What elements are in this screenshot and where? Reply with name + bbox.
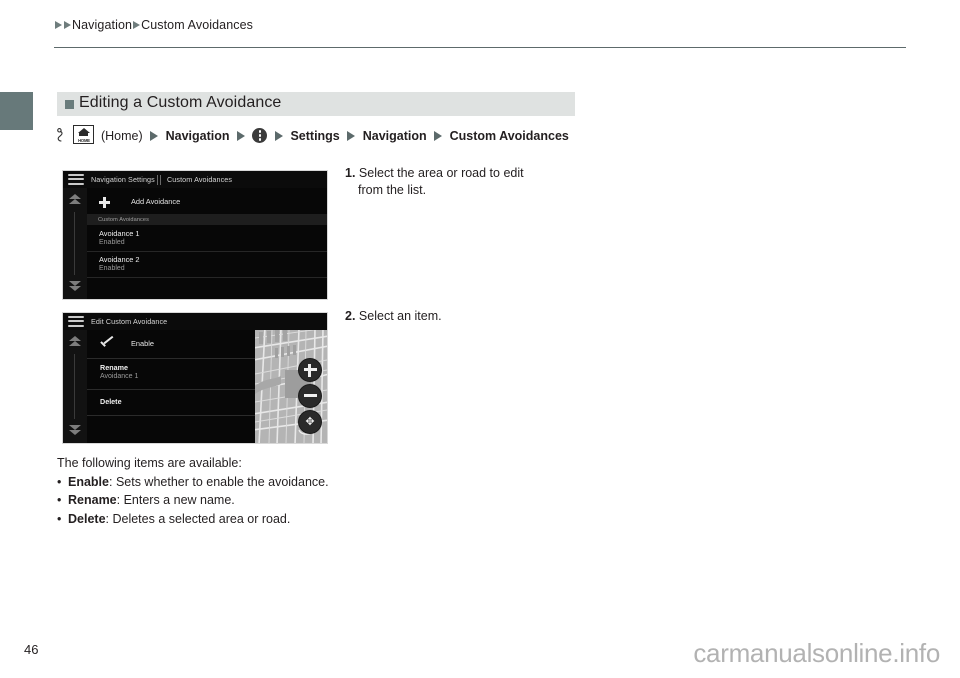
triangle-right-icon: [347, 131, 356, 141]
rename-row[interactable]: Rename Avoidance 1: [87, 358, 255, 390]
step-1-line1: Select the area or road to edit: [358, 166, 524, 180]
triangle-right-icon: [150, 131, 159, 141]
rename-value: Avoidance 1: [100, 373, 139, 380]
add-avoidance-button[interactable]: Add Avoidance: [87, 188, 327, 214]
double-chevron-down-icon[interactable]: [69, 425, 81, 437]
list-item: • Delete: Deletes a selected area or roa…: [57, 510, 557, 529]
step-1-line2: from the list.: [358, 183, 427, 197]
list-item-status: Enabled: [99, 265, 125, 272]
step-1: 1. Select the area or road to edit from …: [345, 165, 575, 199]
section-tab-marker: [0, 92, 33, 130]
triangle-right-icon: [64, 21, 71, 29]
triangle-right-icon: [274, 131, 283, 141]
list-group-header-label: Custom Avoidances: [98, 216, 150, 223]
screenshot-custom-avoidances-list: Navigation Settings Custom Avoidances Ad…: [62, 170, 328, 300]
screenshot1-scroll-rail[interactable]: [63, 188, 88, 299]
delete-label: Delete: [100, 397, 122, 406]
bullet-icon: •: [57, 511, 62, 526]
checkmark-icon: [99, 338, 114, 350]
page-title: Editing a Custom Avoidance: [79, 94, 282, 111]
list-item: • Enable: Sets whether to enable the avo…: [57, 473, 557, 492]
nav-path-settings: Settings: [290, 129, 340, 143]
double-chevron-up-icon[interactable]: [69, 336, 81, 348]
list-group-header: Custom Avoidances: [87, 214, 327, 225]
add-avoidance-label: Add Avoidance: [131, 197, 181, 206]
breadcrumb-item-custom-avoidances[interactable]: Custom Avoidances: [141, 18, 253, 32]
bullet-icon: •: [57, 474, 62, 489]
screenshot1-title-right: Custom Avoidances: [167, 175, 233, 184]
titlebar-separator: [157, 175, 158, 185]
item-desc-enable: : Sets whether to enable the avoidance.: [109, 474, 329, 489]
home-icon: HOME: [73, 125, 95, 144]
square-bullet-icon: [65, 100, 74, 109]
titlebar-separator: [160, 175, 161, 185]
breadcrumb: Navigation Custom Avoidances: [54, 18, 253, 32]
step-2-number: 2.: [345, 309, 356, 323]
plus-icon: [99, 197, 110, 208]
hamburger-icon[interactable]: [68, 316, 84, 327]
screenshot2-titlebar: Edit Custom Avoidance: [63, 313, 327, 331]
item-term-delete: Delete: [68, 511, 106, 526]
screenshot1-panel: Add Avoidance Custom Avoidances Avoidanc…: [87, 188, 327, 299]
nav-path-navigation: Navigation: [165, 129, 230, 143]
double-chevron-down-icon[interactable]: [69, 281, 81, 293]
list-item-status: Enabled: [99, 239, 125, 246]
items-description: The following items are available: • Ena…: [57, 454, 557, 528]
enable-row[interactable]: Enable: [87, 330, 255, 359]
scroll-track[interactable]: [74, 212, 75, 275]
triangle-right-icon: [133, 21, 141, 29]
item-term-enable: Enable: [68, 474, 109, 489]
double-chevron-up-icon[interactable]: [69, 194, 81, 206]
screenshot1-titlebar: Navigation Settings Custom Avoidances: [63, 171, 327, 189]
triangle-right-icon: [237, 131, 245, 141]
item-term-rename: Rename: [68, 493, 117, 507]
triangle-right-icon: [55, 21, 62, 29]
home-text: (Home): [100, 129, 143, 143]
bullet-icon: •: [57, 493, 62, 507]
screenshot2-scroll-rail[interactable]: [63, 330, 88, 443]
navigation-path: HOME (Home) Navigation Settings Navigati…: [57, 121, 577, 146]
step-2: 2. Select an item.: [345, 308, 575, 325]
item-desc-delete: : Deletes a selected area or road.: [105, 511, 291, 526]
map-preview[interactable]: ✥: [255, 330, 327, 443]
list-item-title: Avoidance 2: [99, 255, 140, 264]
nav-path-custom-avoidances: Custom Avoidances: [449, 129, 569, 143]
step-1-number: 1.: [345, 166, 356, 180]
breadcrumb-item-navigation[interactable]: Navigation: [72, 18, 132, 32]
watermark: carmanualsonline.info: [693, 638, 940, 668]
screenshot-edit-custom-avoidance: Edit Custom Avoidance Enable Rename Avoi…: [62, 312, 328, 444]
hamburger-icon[interactable]: [68, 174, 84, 185]
screenshot1-title-left: Navigation Settings: [91, 175, 155, 184]
minus-circle-icon[interactable]: [298, 384, 322, 408]
rename-label: Rename: [100, 363, 128, 372]
step-2-line1: Select an item.: [358, 309, 442, 323]
triangle-right-icon: [434, 131, 443, 141]
items-intro: The following items are available:: [57, 456, 242, 470]
delete-row[interactable]: Delete: [87, 389, 255, 416]
section-heading-band: Editing a Custom Avoidance: [57, 92, 575, 116]
enable-label: Enable: [131, 339, 155, 348]
hook-icon: [57, 128, 66, 142]
page-number: 46: [24, 642, 39, 657]
nav-path-navigation-2: Navigation: [362, 129, 427, 143]
list-item[interactable]: Avoidance 2 Enabled: [87, 251, 327, 278]
screenshot2-title: Edit Custom Avoidance: [91, 317, 168, 326]
list-item-title: Avoidance 1: [99, 229, 140, 238]
item-desc-rename: : Enters a new name.: [116, 493, 235, 507]
header-divider: [54, 47, 906, 48]
screenshot2-options-panel: Enable Rename Avoidance 1 Delete: [87, 330, 255, 443]
scroll-track[interactable]: [74, 354, 75, 419]
expand-arrows-icon[interactable]: ✥: [298, 410, 322, 434]
three-dots-icon: [252, 128, 268, 143]
plus-circle-icon[interactable]: [298, 358, 322, 382]
list-item[interactable]: Avoidance 1 Enabled: [87, 225, 327, 252]
list-item: • Rename: Enters a new name.: [57, 491, 557, 510]
home-icon-label: HOME: [78, 137, 90, 143]
